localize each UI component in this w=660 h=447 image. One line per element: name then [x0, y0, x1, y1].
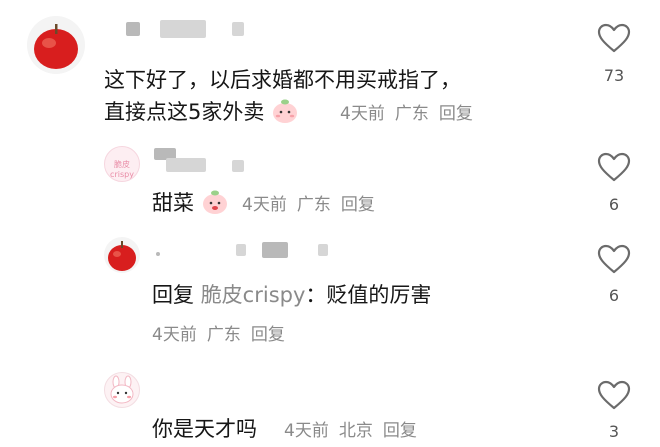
- comment-time: 4天前: [340, 104, 385, 124]
- comment-text: 这下好了，以后求婚都不用买戒指了，: [104, 68, 461, 92]
- like-count: 6: [608, 195, 620, 214]
- avatar-text: 脆皮crispy: [110, 160, 134, 179]
- comment-meta: 4天前 广东 回复: [242, 190, 375, 215]
- like-button[interactable]: [597, 244, 631, 274]
- heart-outline-icon: [597, 380, 631, 410]
- comment-time: 4天前: [152, 325, 197, 345]
- avatar[interactable]: [104, 372, 140, 408]
- apple-avatar-image: [27, 16, 85, 74]
- like-count: 73: [603, 66, 625, 85]
- reply-button[interactable]: 回复: [341, 195, 375, 215]
- comment-location: 广东: [206, 325, 241, 345]
- like-count: 3: [608, 422, 620, 441]
- comment-text: 直接点这5家外卖: [104, 96, 299, 129]
- comment-text: 你是天才吗: [152, 417, 257, 441]
- like-count: 6: [608, 286, 620, 305]
- avatar[interactable]: 脆皮crispy: [104, 146, 140, 182]
- reply-button[interactable]: 回复: [439, 104, 473, 124]
- comment-location: 广东: [394, 104, 429, 124]
- comment-text: 回复 脆皮crispy：贬值的厉害: [152, 279, 431, 309]
- blurred-username: [232, 22, 244, 36]
- blurred-username: [126, 22, 140, 36]
- avatar[interactable]: [104, 237, 140, 273]
- bunny-avatar-image: [110, 375, 134, 404]
- comment-text-line: ：贬值的厉害: [305, 283, 432, 307]
- comment-meta: 4天前 北京 回复: [284, 416, 417, 441]
- heart-outline-icon: [597, 23, 631, 53]
- mention-link[interactable]: 脆皮crispy: [201, 283, 306, 307]
- comment-time: 4天前: [284, 421, 329, 441]
- peach-sticker-icon: [201, 189, 229, 220]
- comment-location: 广东: [296, 195, 331, 215]
- comment-meta: 4天前 广东 回复: [340, 99, 473, 124]
- comment-location: 北京: [338, 421, 373, 441]
- blurred-username: [166, 158, 206, 172]
- like-button[interactable]: [597, 380, 631, 410]
- blurred-username: [236, 244, 246, 256]
- apple-avatar-image: [104, 237, 140, 273]
- reply-button[interactable]: 回复: [383, 421, 417, 441]
- comment-text-line: 甜菜: [152, 191, 194, 215]
- like-button[interactable]: [597, 152, 631, 182]
- comment-time: 4天前: [242, 195, 287, 215]
- comment-text-line: 直接点这5家外卖: [104, 100, 265, 124]
- blurred-username: [160, 20, 206, 38]
- reply-prefix: 回复: [152, 283, 194, 307]
- heart-outline-icon: [597, 152, 631, 182]
- blurred-username: [262, 242, 288, 258]
- blurred-username: [156, 252, 160, 256]
- heart-outline-icon: [597, 244, 631, 274]
- peach-sticker-icon: [271, 98, 299, 129]
- reply-button[interactable]: 回复: [251, 325, 285, 345]
- comment-meta: 4天前 广东 回复: [152, 320, 285, 345]
- like-button[interactable]: [597, 23, 631, 53]
- avatar[interactable]: [27, 16, 85, 74]
- comment-text: 甜菜: [152, 187, 229, 220]
- blurred-username: [232, 160, 244, 172]
- blurred-username: [318, 244, 328, 256]
